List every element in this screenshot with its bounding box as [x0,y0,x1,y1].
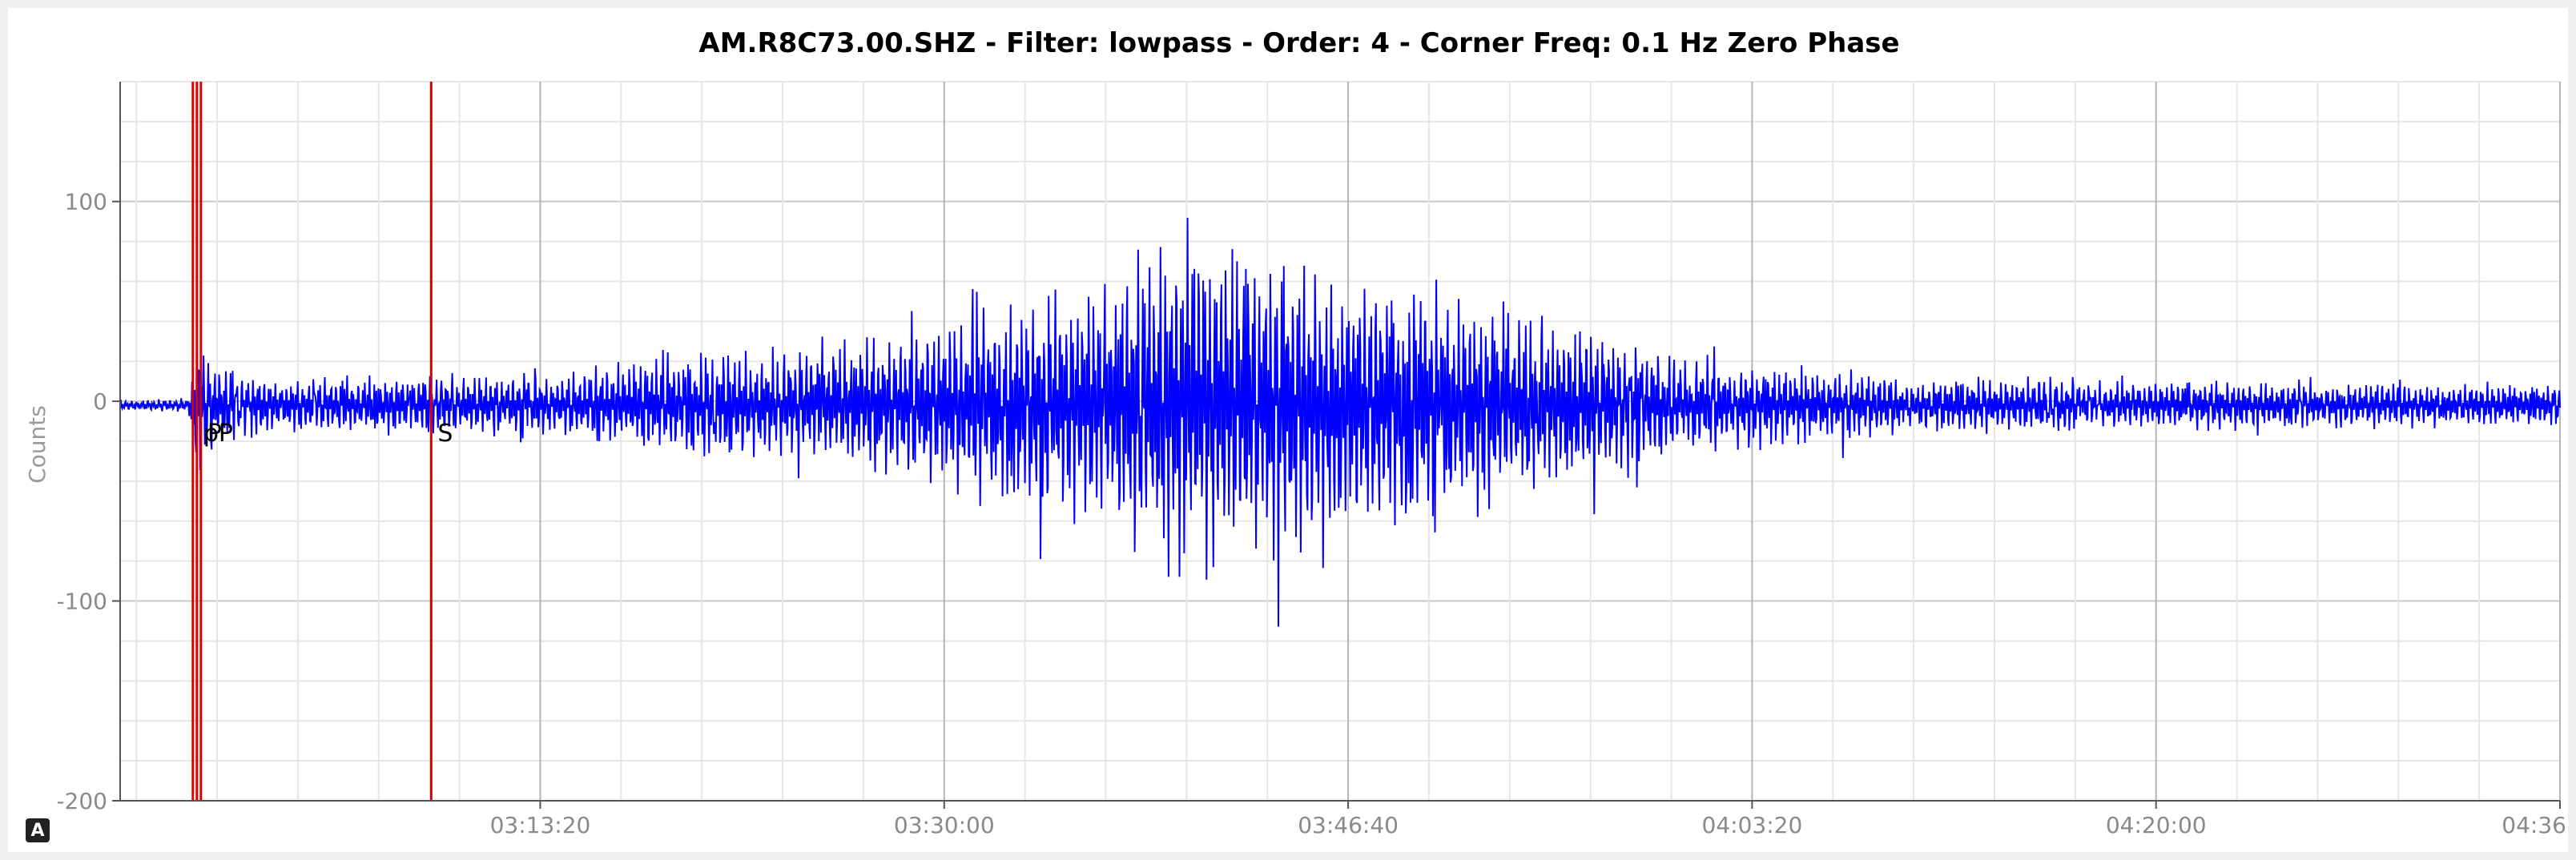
seismogram-chart: AM.R8C73.00.SHZ - Filter: lowpass - Orde… [24,27,2566,838]
annotation-badge[interactable]: A [26,818,50,842]
phase-marker-label: P [207,420,222,448]
chart-frame: AM.R8C73.00.SHZ - Filter: lowpass - Orde… [8,8,2568,852]
y-tick-label: 0 [93,388,107,415]
x-tick-label: 03:30:00 [894,812,995,838]
x-tick-label: 03:46:40 [1298,812,1399,838]
x-tick-label: 04:20:00 [2106,812,2207,838]
x-tick-label: 03:13:20 [490,812,591,838]
y-axis-label: Counts [24,405,50,484]
y-tick-label: -100 [56,589,107,615]
y-tick-label: 100 [65,189,107,215]
phase-marker-label: S [437,420,453,448]
waveform-trace [119,217,2561,627]
waveform [119,217,2561,627]
y-tick-label: -200 [56,788,107,814]
chart-title: AM.R8C73.00.SHZ - Filter: lowpass - Orde… [698,27,1899,59]
x-tick-label: 04:36 [2502,812,2566,838]
x-tick-label: 04:03:20 [1702,812,1803,838]
